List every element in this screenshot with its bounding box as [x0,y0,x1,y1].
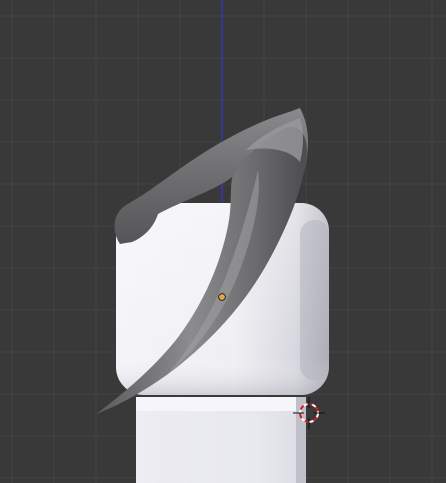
origin-point-icon[interactable] [218,293,226,301]
pedestal-block[interactable] [136,397,306,483]
3d-viewport[interactable] [0,0,446,483]
